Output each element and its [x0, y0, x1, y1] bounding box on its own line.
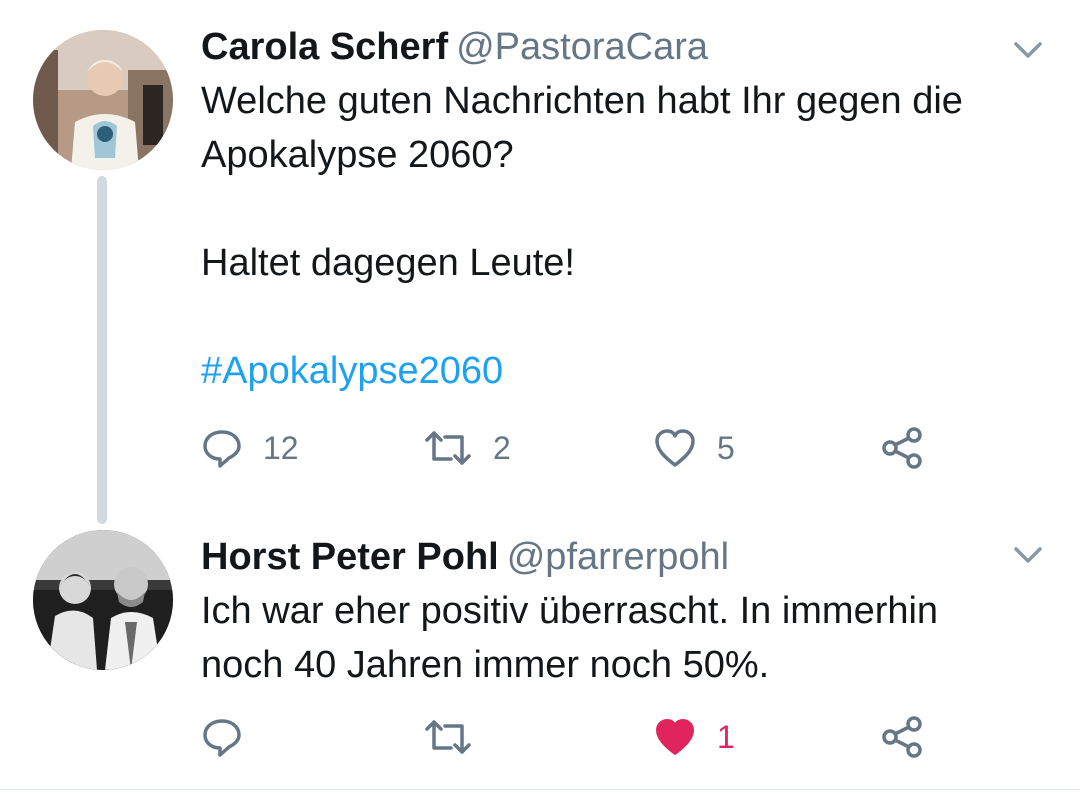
retweet-icon	[425, 431, 471, 465]
heart-icon	[655, 429, 695, 467]
tweet-text-line: Ich war eher positiv überrascht. In imme…	[201, 590, 939, 632]
hashtag-link[interactable]: #Apokalypse2060	[201, 344, 1040, 398]
like-button[interactable]: 1	[653, 712, 735, 762]
tweet-text: Ich war eher positiv überrascht. In imme…	[201, 584, 1040, 692]
tweet-text-line: Welche guten Nachrichten habt Ihr gegen …	[201, 80, 963, 122]
display-name[interactable]: Horst Peter Pohl	[201, 536, 499, 578]
tweet-text-line: Haltet dagegen Leute!	[201, 242, 575, 284]
user-handle[interactable]: @pfarrerpohl	[507, 536, 729, 578]
heart-icon	[656, 719, 694, 755]
avatar-photo-horst	[33, 530, 173, 670]
share-icon	[882, 716, 922, 758]
tweet-actions: 1	[201, 712, 961, 762]
like-count: 1	[717, 718, 735, 755]
tweet-body: Horst Peter Pohl @pfarrerpohl Ich war ehe…	[201, 532, 1040, 692]
tweet-actions: 12 2 5	[201, 423, 961, 473]
avatar[interactable]	[33, 30, 173, 170]
retweet-button[interactable]	[423, 712, 493, 762]
thread-line	[97, 176, 107, 524]
user-handle[interactable]: @PastoraCara	[456, 26, 708, 68]
like-button[interactable]: 5	[653, 423, 735, 473]
reply-icon	[203, 719, 241, 757]
avatar-photo-carola	[33, 30, 173, 170]
divider	[0, 789, 1080, 790]
tweet-text-line: Apokalypse 2060?	[201, 134, 514, 176]
reply-button[interactable]	[201, 712, 263, 762]
display-name[interactable]: Carola Scherf	[201, 26, 448, 68]
like-count: 5	[717, 429, 735, 466]
retweet-count: 2	[493, 429, 511, 466]
share-button[interactable]	[881, 423, 925, 473]
retweet-button[interactable]: 2	[423, 423, 511, 473]
retweet-icon	[425, 720, 471, 754]
avatar[interactable]	[33, 530, 173, 670]
share-button[interactable]	[881, 712, 925, 762]
tweet-carola-scherf[interactable]: Carola Scherf @PastoraCara Welche guten N…	[0, 0, 1080, 524]
tweet-text-line: noch 40 Jahren immer noch 50%.	[201, 644, 770, 686]
tweet-body: Carola Scherf @PastoraCara Welche guten N…	[201, 22, 1040, 398]
chevron-down-icon[interactable]	[1010, 32, 1046, 68]
reply-button[interactable]: 12	[201, 423, 299, 473]
tweet-header: Carola Scherf @PastoraCara	[201, 22, 1040, 72]
reply-count: 12	[263, 429, 299, 466]
tweet-text: Welche guten Nachrichten habt Ihr gegen …	[201, 74, 1040, 398]
reply-icon	[203, 430, 241, 468]
chevron-down-icon[interactable]	[1010, 537, 1046, 573]
share-icon	[882, 427, 922, 469]
tweet-horst-peter-pohl[interactable]: Horst Peter Pohl @pfarrerpohl Ich war ehe…	[0, 520, 1080, 795]
tweet-header: Horst Peter Pohl @pfarrerpohl	[201, 532, 1040, 582]
